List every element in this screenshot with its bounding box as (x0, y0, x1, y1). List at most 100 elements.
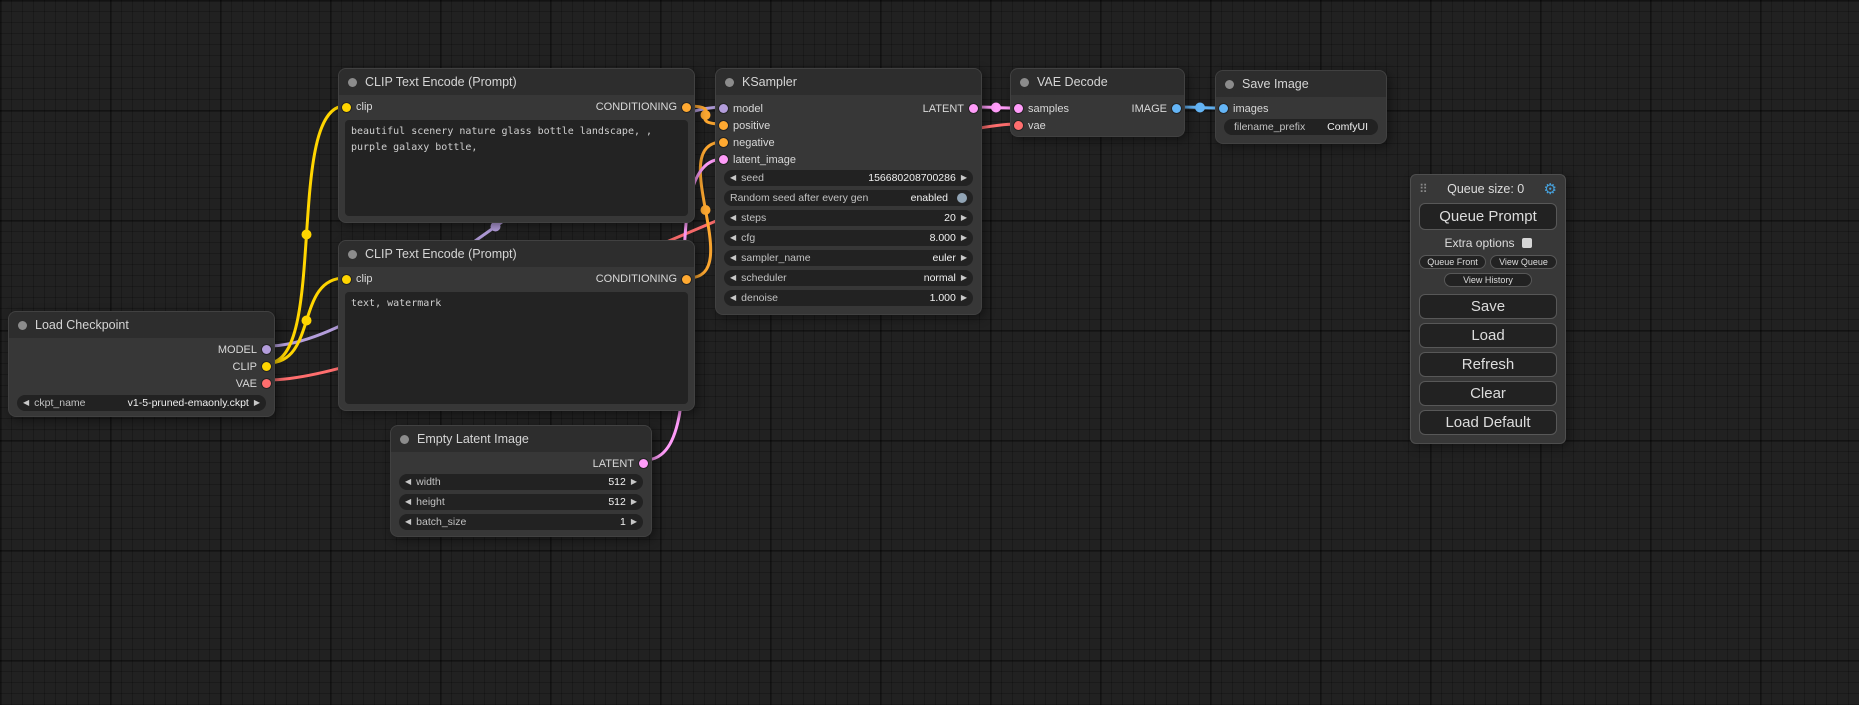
decrement-arrow-icon[interactable]: ◀ (730, 294, 736, 302)
input-dot-clip[interactable] (342, 275, 351, 284)
queue-front-button[interactable]: Queue Front (1419, 255, 1486, 269)
output-dot-conditioning[interactable] (682, 103, 691, 112)
widget-name: cfg (741, 232, 755, 244)
node-title-bar[interactable]: KSampler (716, 69, 981, 95)
output-dot-latent[interactable] (969, 104, 978, 113)
node-title: Load Checkpoint (35, 318, 129, 332)
clear-button[interactable]: Clear (1419, 381, 1557, 406)
wire-midpoint-dot (701, 205, 711, 215)
settings-gear-icon[interactable]: ⚙ (1544, 182, 1557, 197)
node-title-bar[interactable]: CLIP Text Encode (Prompt) (339, 241, 694, 267)
node-save-image[interactable]: Save Image images filename_prefix ComfyU… (1215, 70, 1387, 144)
increment-arrow-icon[interactable]: ▶ (961, 294, 967, 302)
node-clip-text-encode-negative[interactable]: CLIP Text Encode (Prompt) clip CONDITION… (338, 240, 695, 411)
node-empty-latent-image[interactable]: Empty Latent Image LATENT ◀ width 512 ▶ … (390, 425, 652, 537)
output-dot-vae[interactable] (262, 379, 271, 388)
widget-random-seed-toggle[interactable]: Random seed after every gen enabled (724, 190, 973, 206)
decrement-arrow-icon[interactable]: ◀ (405, 498, 411, 506)
node-clip-text-encode-positive[interactable]: CLIP Text Encode (Prompt) clip CONDITION… (338, 68, 695, 223)
widget-width[interactable]: ◀ width 512 ▶ (399, 474, 643, 490)
output-dot-model[interactable] (262, 345, 271, 354)
increment-arrow-icon[interactable]: ▶ (631, 518, 637, 526)
collapse-dot[interactable] (1225, 80, 1234, 89)
slot-label: vae (1028, 120, 1046, 132)
slot-label: LATENT (923, 103, 964, 115)
queue-prompt-button[interactable]: Queue Prompt (1419, 203, 1557, 230)
input-dot-negative[interactable] (719, 138, 728, 147)
input-slot-negative: negative (716, 134, 981, 151)
widget-seed[interactable]: ◀ seed 156680208700286 ▶ (724, 170, 973, 186)
load-default-button[interactable]: Load Default (1419, 410, 1557, 435)
widget-sampler-name[interactable]: ◀ sampler_name euler ▶ (724, 250, 973, 266)
output-slot-latent: LATENT (920, 100, 981, 117)
decrement-arrow-icon[interactable]: ◀ (730, 234, 736, 242)
refresh-button[interactable]: Refresh (1419, 352, 1557, 377)
node-title: Empty Latent Image (417, 432, 529, 446)
extra-options-checkbox[interactable] (1522, 238, 1532, 248)
increment-arrow-icon[interactable]: ▶ (961, 214, 967, 222)
widget-steps[interactable]: ◀ steps 20 ▶ (724, 210, 973, 226)
input-dot-images[interactable] (1219, 104, 1228, 113)
input-dot-latent-image[interactable] (719, 155, 728, 164)
increment-arrow-icon[interactable]: ▶ (961, 234, 967, 242)
increment-arrow-icon[interactable]: ▶ (631, 478, 637, 486)
load-button[interactable]: Load (1419, 323, 1557, 348)
increment-arrow-icon[interactable]: ▶ (961, 274, 967, 282)
increment-arrow-icon[interactable]: ▶ (631, 498, 637, 506)
decrement-arrow-icon[interactable]: ◀ (730, 254, 736, 262)
node-vae-decode[interactable]: VAE Decode samples vae IMAGE (1010, 68, 1185, 137)
drag-handle-icon[interactable]: ⠿ (1419, 182, 1428, 196)
widget-value: euler (932, 252, 955, 264)
node-title: Save Image (1242, 77, 1309, 91)
slot-label: CLIP (233, 361, 257, 373)
widget-scheduler[interactable]: ◀ scheduler normal ▶ (724, 270, 973, 286)
node-title-bar[interactable]: CLIP Text Encode (Prompt) (339, 69, 694, 95)
wire-midpoint-dot (491, 222, 501, 232)
input-dot-positive[interactable] (719, 121, 728, 130)
decrement-arrow-icon[interactable]: ◀ (730, 174, 736, 182)
input-dot-samples[interactable] (1014, 104, 1023, 113)
decrement-arrow-icon[interactable]: ◀ (405, 518, 411, 526)
input-dot-clip[interactable] (342, 103, 351, 112)
slot-label: CONDITIONING (596, 273, 677, 285)
prompt-textarea[interactable]: text, watermark (345, 292, 688, 404)
increment-arrow-icon[interactable]: ▶ (961, 254, 967, 262)
widget-cfg[interactable]: ◀ cfg 8.000 ▶ (724, 230, 973, 246)
toggle-ball-icon[interactable] (957, 193, 967, 203)
node-title-bar[interactable]: Empty Latent Image (391, 426, 651, 452)
collapse-dot[interactable] (725, 78, 734, 87)
decrement-arrow-icon[interactable]: ◀ (405, 478, 411, 486)
output-dot-conditioning[interactable] (682, 275, 691, 284)
collapse-dot[interactable] (1020, 78, 1029, 87)
increment-arrow-icon[interactable]: ▶ (961, 174, 967, 182)
collapse-dot[interactable] (348, 78, 357, 87)
wire-midpoint-dot (701, 110, 711, 120)
input-dot-vae[interactable] (1014, 121, 1023, 130)
save-button[interactable]: Save (1419, 294, 1557, 319)
widget-denoise[interactable]: ◀ denoise 1.000 ▶ (724, 290, 973, 306)
decrement-arrow-icon[interactable]: ◀ (730, 274, 736, 282)
widget-filename-prefix[interactable]: filename_prefix ComfyUI (1224, 119, 1378, 135)
node-title-bar[interactable]: VAE Decode (1011, 69, 1184, 95)
node-title-bar[interactable]: Save Image (1216, 71, 1386, 97)
output-dot-image[interactable] (1172, 104, 1181, 113)
view-queue-button[interactable]: View Queue (1490, 255, 1557, 269)
input-dot-model[interactable] (719, 104, 728, 113)
decrement-arrow-icon[interactable]: ◀ (730, 214, 736, 222)
output-dot-latent[interactable] (639, 459, 648, 468)
view-history-button[interactable]: View History (1444, 273, 1532, 287)
increment-arrow-icon[interactable]: ▶ (254, 399, 260, 407)
widget-ckpt-name[interactable]: ◀ ckpt_name v1-5-pruned-emaonly.ckpt ▶ (17, 395, 266, 411)
node-load-checkpoint[interactable]: Load Checkpoint MODEL CLIP VAE ◀ ckpt_na… (8, 311, 275, 417)
collapse-dot[interactable] (348, 250, 357, 259)
widget-height[interactable]: ◀ height 512 ▶ (399, 494, 643, 510)
node-ksampler[interactable]: KSampler model positive negative latent_… (715, 68, 982, 315)
node-title-bar[interactable]: Load Checkpoint (9, 312, 274, 338)
collapse-dot[interactable] (400, 435, 409, 444)
output-dot-clip[interactable] (262, 362, 271, 371)
widget-value: normal (924, 272, 956, 284)
decrement-arrow-icon[interactable]: ◀ (23, 399, 29, 407)
widget-batch-size[interactable]: ◀ batch_size 1 ▶ (399, 514, 643, 530)
collapse-dot[interactable] (18, 321, 27, 330)
prompt-textarea[interactable]: beautiful scenery nature glass bottle la… (345, 120, 688, 216)
